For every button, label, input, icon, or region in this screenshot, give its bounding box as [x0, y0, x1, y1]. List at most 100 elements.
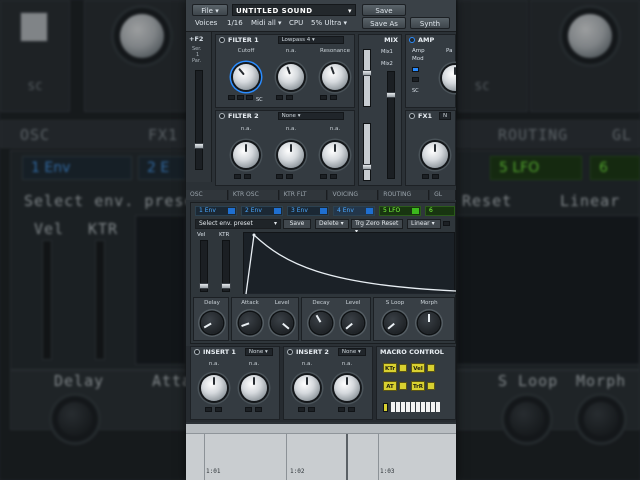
insert2-mod-slot[interactable] [348, 407, 355, 412]
filter2-knob[interactable] [233, 142, 259, 168]
sloop-knob[interactable] [384, 312, 406, 334]
trg-zero-reset-button[interactable]: Trg Zero Reset ▾ [351, 219, 403, 235]
insert2-power-icon[interactable] [287, 349, 293, 355]
insert2-knob[interactable] [334, 375, 360, 401]
macro-vel-button[interactable]: Vel [411, 363, 425, 373]
timeline[interactable]: 1:01 1:02 1:03 [186, 424, 456, 480]
filter1-mod-slot[interactable] [330, 95, 337, 100]
insert2-mod-slot[interactable] [298, 407, 305, 412]
filter1-mod-slot[interactable] [276, 95, 283, 100]
filter1-mod-slot[interactable] [237, 95, 244, 100]
attack-knob[interactable] [239, 312, 261, 334]
macro-vel-move-icon[interactable] [427, 364, 435, 372]
insert1-mod-slot[interactable] [245, 407, 252, 412]
fx1-knob[interactable] [422, 142, 448, 168]
macro-ktr-move-icon[interactable] [399, 364, 407, 372]
env-tab-3[interactable]: 3 Env [287, 206, 329, 216]
decay-knob[interactable] [310, 312, 332, 334]
filter-balance-handle[interactable] [194, 143, 204, 149]
env-vel-slider[interactable] [199, 240, 209, 292]
macro-trr-button[interactable]: TrR [411, 381, 425, 391]
insert1-knob[interactable] [201, 375, 227, 401]
mini-keyboard[interactable] [391, 402, 440, 412]
filter1-type-select[interactable]: Lowpass 4 ▾ [277, 36, 344, 44]
insert2-mod-slot[interactable] [338, 407, 345, 412]
move-icon[interactable] [412, 208, 419, 214]
move-icon[interactable] [228, 208, 235, 214]
macro-at-move-icon[interactable] [399, 382, 407, 390]
env-save-button[interactable]: Save [283, 219, 311, 229]
env-tab-6[interactable]: 6 [425, 206, 455, 216]
filter1-mod-slot[interactable] [286, 95, 293, 100]
cpu-select[interactable]: 5% Ultra ▾ [308, 17, 350, 29]
save-button[interactable]: Save [362, 4, 406, 16]
tab-voicing[interactable]: VOICING [328, 190, 379, 200]
tab-gl[interactable]: GL [430, 190, 456, 200]
macro-at-button[interactable]: AT [383, 381, 397, 391]
filter2-mod-slot[interactable] [244, 174, 251, 179]
filter1-cutoff-knob[interactable] [233, 64, 259, 90]
synth-tab[interactable]: Synth [410, 17, 450, 29]
midi-select[interactable]: Midi all ▾ [248, 17, 285, 29]
macro-ktr-button[interactable]: KTr [383, 363, 397, 373]
filter1-power-icon[interactable] [219, 37, 225, 43]
env-ktr-slider[interactable] [221, 240, 231, 292]
env-vel-handle[interactable] [199, 283, 209, 289]
filter2-mod-slot[interactable] [330, 174, 337, 179]
insert1-mod-slot[interactable] [215, 407, 222, 412]
env-curve-select[interactable]: Linear ▾ [407, 219, 441, 229]
filter1-mod-slot[interactable] [228, 95, 235, 100]
amp-mod-slot[interactable] [412, 77, 419, 82]
insert1-knob[interactable] [241, 375, 267, 401]
insert2-type-select[interactable]: None ▾ [337, 348, 366, 356]
preset-name-box[interactable]: UNTITLED SOUND ▾ [232, 4, 356, 16]
fx1-type-select[interactable]: N [438, 112, 452, 120]
env-preset-select[interactable]: Select env. preset ▾ [195, 219, 281, 229]
mix-filter1-handle[interactable] [362, 70, 372, 76]
env-delete-button[interactable]: Delete ▾ [315, 219, 349, 229]
filter2-knob[interactable] [278, 142, 304, 168]
timeline-playhead[interactable] [346, 434, 348, 480]
decay-level-knob[interactable] [342, 312, 364, 334]
mix-filter2-handle[interactable] [362, 164, 372, 170]
tab-ktr-flt[interactable]: KTR FLT [279, 190, 328, 200]
amp-mod-slot[interactable] [412, 67, 419, 72]
env-tab-2[interactable]: 2 Env [241, 206, 283, 216]
fx1-mod-slot[interactable] [432, 174, 439, 179]
filter2-power-icon[interactable] [219, 113, 225, 119]
insert2-mod-slot[interactable] [308, 407, 315, 412]
filter1-na-knob[interactable] [278, 64, 304, 90]
file-menu[interactable]: File ▾ [192, 4, 228, 16]
filter2-mod-slot[interactable] [234, 174, 241, 179]
filter-balance-slider[interactable] [194, 70, 204, 170]
tab-ktr-osc[interactable]: KTR OSC [228, 190, 279, 200]
env-option-toggle[interactable] [443, 221, 450, 226]
amp-power-icon[interactable] [409, 37, 415, 43]
filter2-mod-slot[interactable] [276, 174, 283, 179]
env-tab-1[interactable]: 1 Env [195, 206, 237, 216]
filter2-knob[interactable] [322, 142, 348, 168]
insert1-mod-slot[interactable] [255, 407, 262, 412]
env-tab-4[interactable]: 4 Env [333, 206, 375, 216]
delay-knob[interactable] [201, 312, 223, 334]
attack-level-knob[interactable] [271, 312, 293, 334]
move-icon[interactable] [366, 208, 373, 214]
insert1-power-icon[interactable] [194, 349, 200, 355]
macro-trr-move-icon[interactable] [427, 382, 435, 390]
insert1-type-select[interactable]: None ▾ [244, 348, 273, 356]
insert1-mod-slot[interactable] [205, 407, 212, 412]
fx1-power-icon[interactable] [409, 113, 415, 119]
mix-output-handle[interactable] [386, 92, 396, 98]
mix-output-slider[interactable] [386, 71, 396, 179]
filter2-mod-slot[interactable] [286, 174, 293, 179]
filter2-mod-slot[interactable] [320, 174, 327, 179]
tab-routing[interactable]: ROUTING [379, 190, 430, 200]
fx1-mod-slot[interactable] [422, 174, 429, 179]
tab-osc[interactable]: OSC [186, 190, 228, 200]
envelope-graph[interactable] [243, 232, 456, 295]
filter1-resonance-knob[interactable] [322, 64, 348, 90]
insert2-knob[interactable] [294, 375, 320, 401]
filter1-mod-slot[interactable] [320, 95, 327, 100]
move-icon[interactable] [274, 208, 281, 214]
morph-knob[interactable] [418, 312, 440, 334]
